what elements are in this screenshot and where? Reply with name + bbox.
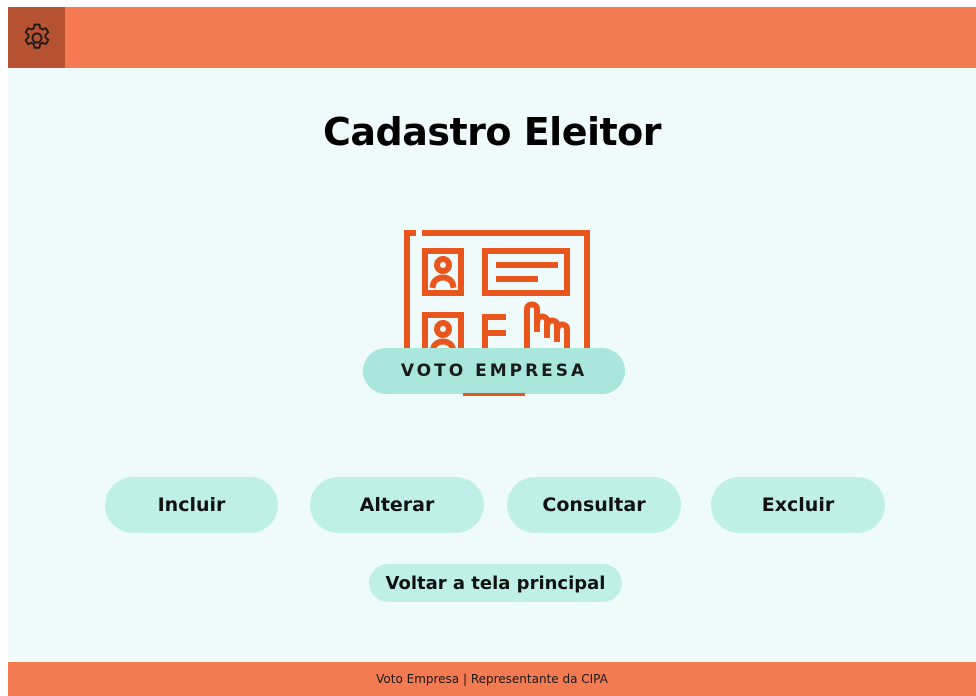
alterar-button[interactable]: Alterar bbox=[310, 477, 484, 533]
incluir-button[interactable]: Incluir bbox=[105, 477, 278, 533]
logo-underline bbox=[463, 393, 525, 396]
settings-button[interactable] bbox=[8, 7, 65, 68]
voto-empresa-logo: VOTO EMPRESA bbox=[363, 225, 625, 397]
excluir-button[interactable]: Excluir bbox=[711, 477, 885, 533]
logo-label: VOTO EMPRESA bbox=[363, 348, 625, 394]
app-window: Cadastro Eleitor VOTO EMPRESA Incluir Al… bbox=[8, 7, 976, 696]
page-title: Cadastro Eleitor bbox=[322, 110, 662, 154]
footer: Voto Empresa | Representante da CIPA bbox=[8, 662, 976, 696]
consultar-button[interactable]: Consultar bbox=[507, 477, 681, 533]
voltar-tela-principal-button[interactable]: Voltar a tela principal bbox=[369, 564, 622, 602]
gear-icon bbox=[24, 23, 49, 49]
top-bar bbox=[8, 7, 976, 68]
ballot-form-icon bbox=[404, 230, 590, 358]
footer-text: Voto Empresa | Representante da CIPA bbox=[376, 672, 608, 686]
